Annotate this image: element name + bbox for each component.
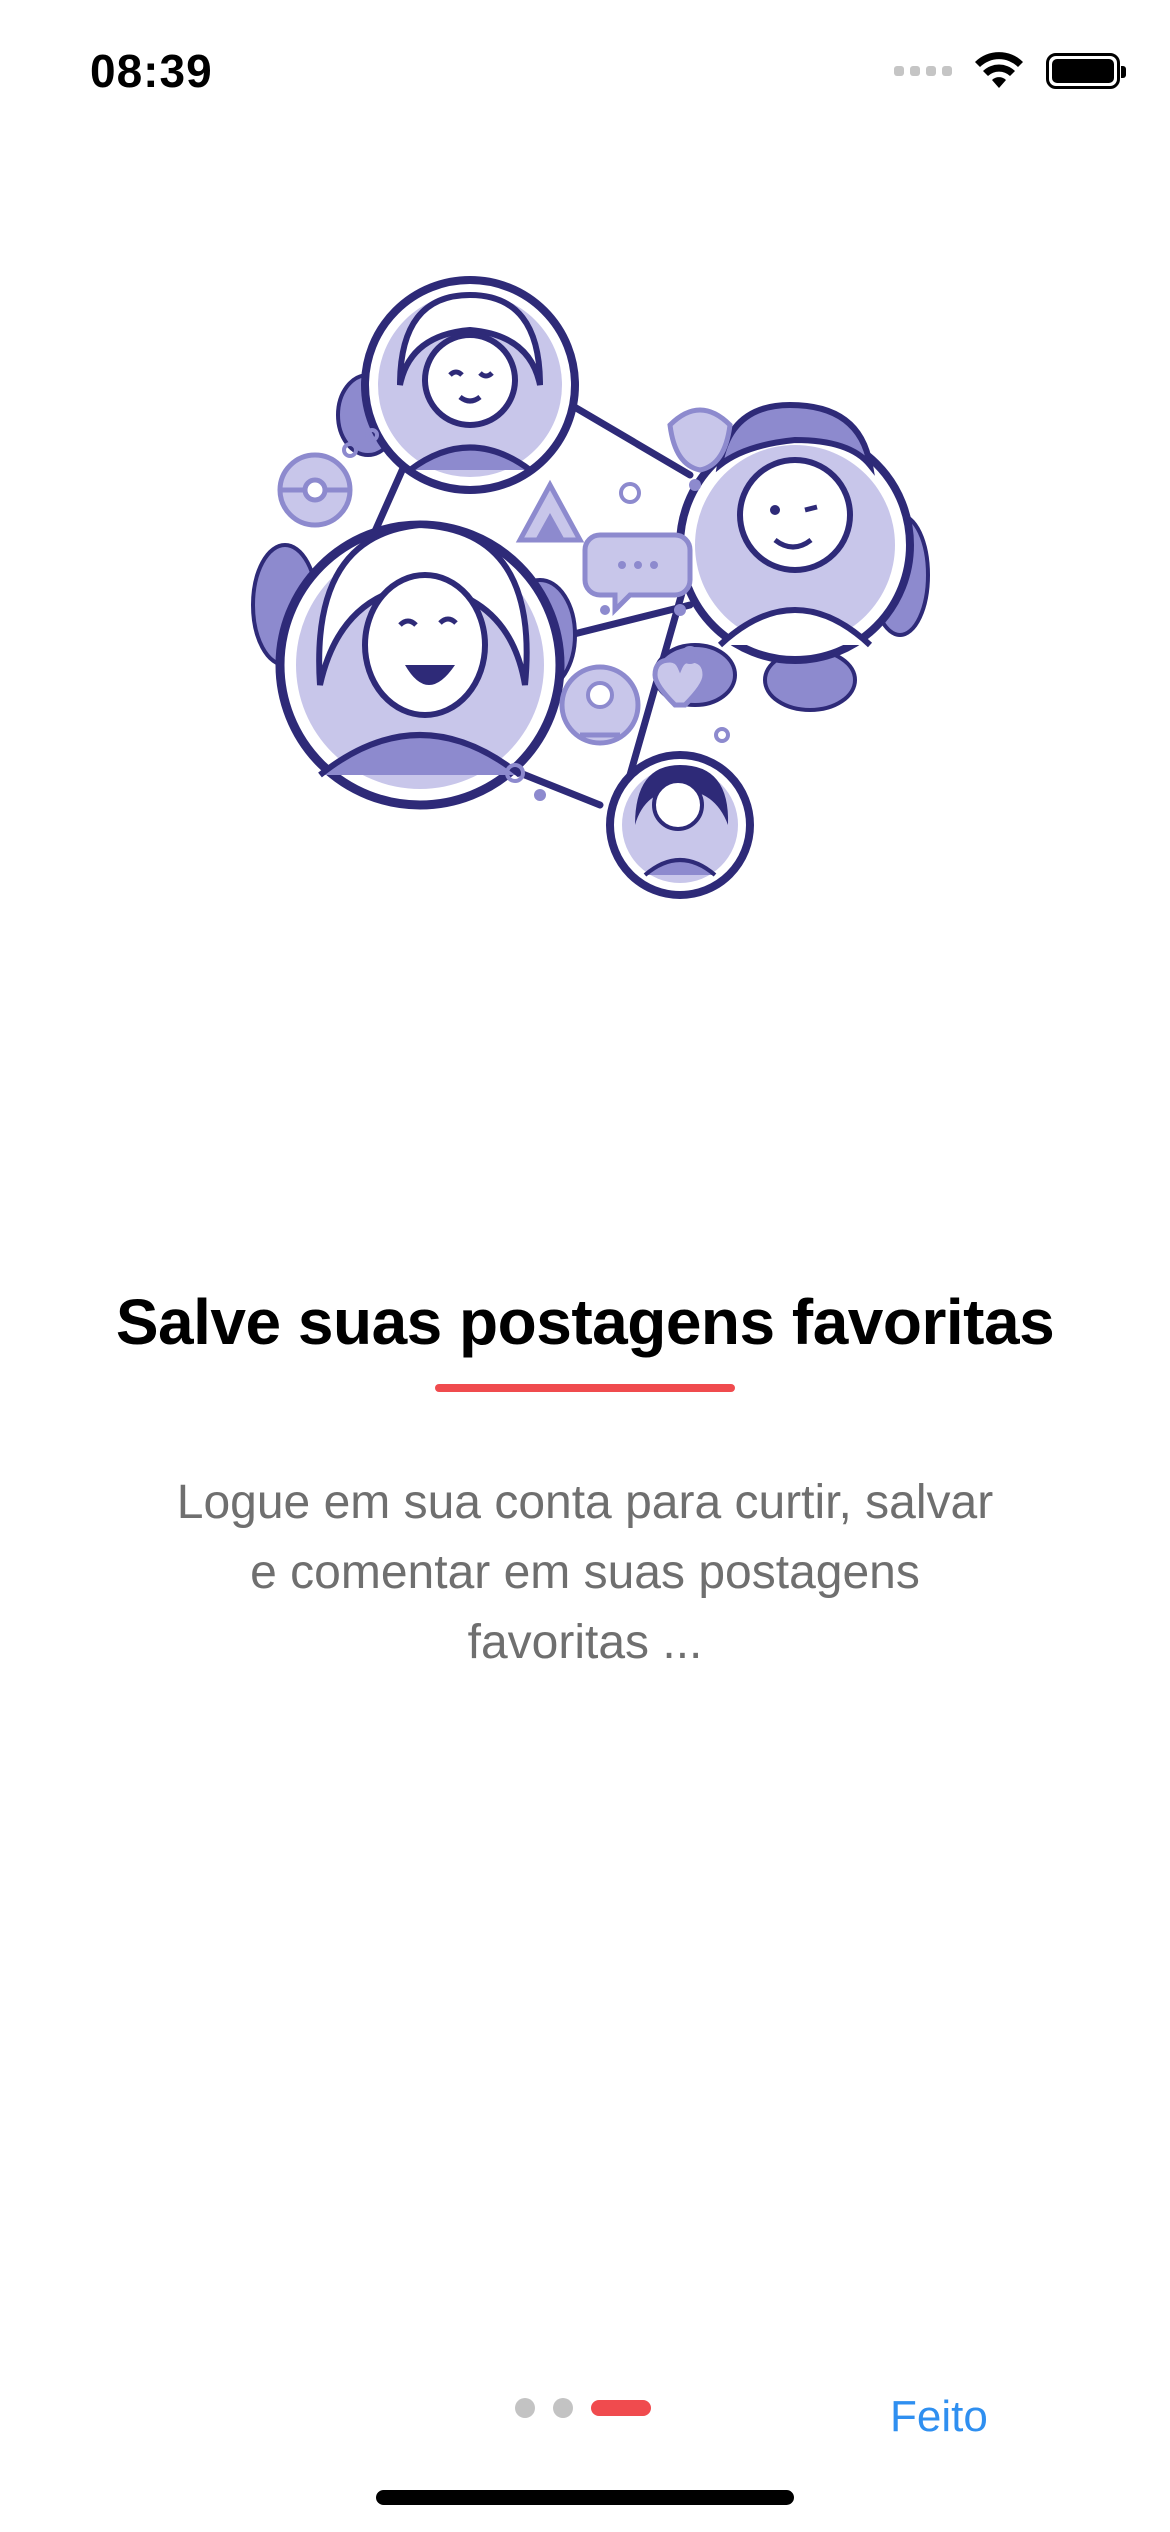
page-dot-2[interactable] [553,2398,573,2418]
onboarding-screen: 08:39 Salve suas postagens favoritas Log… [0,0,1170,2532]
title-underline [435,1384,735,1392]
battery-icon [1046,53,1126,89]
page-indicator[interactable] [515,2398,651,2418]
onboarding-title: Salve suas postagens favoritas [115,1286,1055,1358]
status-bar: 08:39 [0,0,1170,150]
signal-icon [894,66,952,76]
home-indicator[interactable] [376,2490,794,2505]
status-time: 08:39 [90,45,213,97]
wifi-icon [975,52,1023,88]
done-button[interactable]: Feito [890,2382,1010,2452]
page-dot-1[interactable] [515,2398,535,2418]
social-network-illustration [251,276,930,899]
onboarding-description: Logue em sua conta para curtir, salvar e… [176,1476,994,1669]
status-icons [894,52,1126,90]
page-dot-3-active[interactable] [591,2400,651,2416]
